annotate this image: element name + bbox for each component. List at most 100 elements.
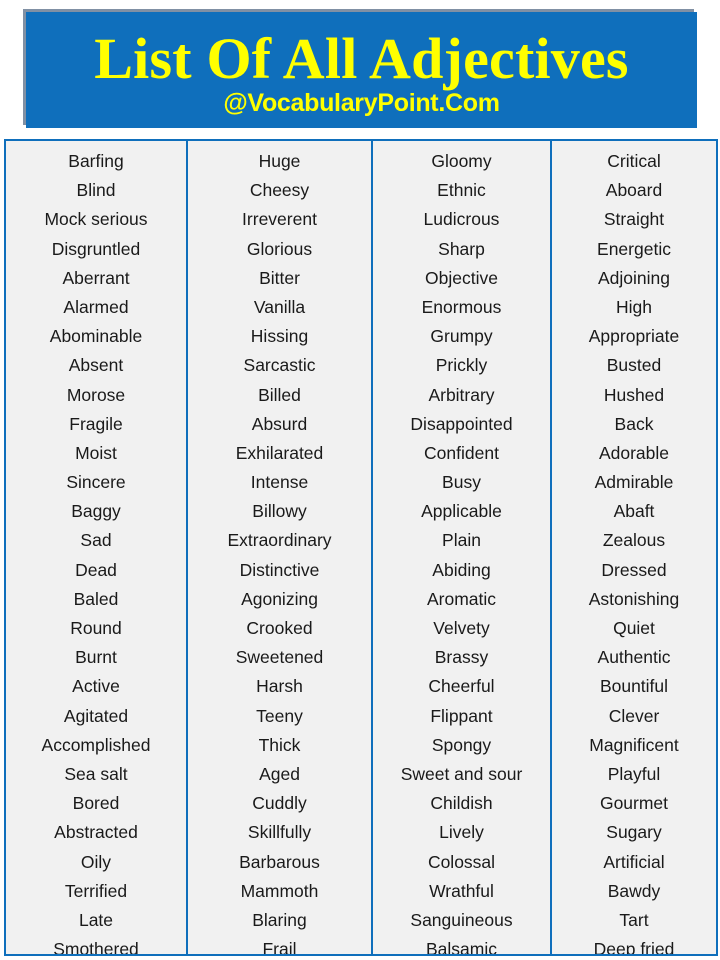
- adjective-item: Colossal: [427, 851, 496, 872]
- adjective-item: Clever: [608, 705, 660, 726]
- adjective-item: Aged: [259, 763, 300, 784]
- adjective-item: Blind: [76, 180, 116, 201]
- adjective-item: Baggy: [71, 501, 121, 522]
- adjective-item: Confident: [424, 442, 499, 463]
- adjective-item: Sugary: [606, 822, 662, 843]
- adjective-item: Abaft: [613, 501, 655, 522]
- adjectives-table: Barfing Blind Mock serious Disgruntled Aberr…: [4, 139, 718, 956]
- adjectives-column-1: Barfing Blind Mock serious Disgruntled Aberr…: [6, 141, 188, 954]
- adjective-item: Lively: [439, 822, 484, 843]
- adjectives-column-4: Critical Aboard Straight Energetic Adjoining…: [552, 141, 716, 954]
- adjective-item: Disgruntled: [51, 238, 141, 259]
- adjective-item: Prickly: [435, 355, 488, 376]
- adjective-item: Oily: [80, 851, 112, 872]
- adjective-item: Sweet and sour: [400, 763, 523, 784]
- adjective-item: Round: [70, 618, 122, 638]
- adjective-item: Terrified: [64, 880, 128, 901]
- adjective-item: Quiet: [613, 618, 655, 638]
- adjective-item: Aromatic: [426, 588, 497, 609]
- adjective-item: Abominable: [49, 326, 143, 347]
- adjective-item: Gloomy: [431, 151, 492, 171]
- adjective-item: Ludicrous: [423, 209, 500, 230]
- adjective-item: Thick: [258, 734, 301, 755]
- adjective-item: Accomplished: [41, 734, 151, 755]
- adjective-item: Zealous: [602, 530, 666, 551]
- adjective-item: Grumpy: [430, 326, 493, 347]
- adjective-item: Bitter: [259, 267, 300, 288]
- page-title: List Of All Adjectives: [94, 26, 629, 91]
- adjective-item: Back: [614, 413, 654, 434]
- adjective-item: Plain: [442, 530, 481, 551]
- adjective-item: Spongy: [431, 734, 492, 755]
- adjective-item: Sad: [80, 530, 112, 551]
- adjective-item: Abstracted: [54, 822, 138, 843]
- adjective-item: High: [616, 296, 652, 317]
- adjective-item: Appropriate: [588, 326, 680, 347]
- adjective-item: Irreverent: [242, 209, 317, 230]
- adjective-item: Blaring: [252, 909, 307, 930]
- adjective-item: Disappointed: [410, 413, 513, 434]
- adjective-item: Bountiful: [599, 676, 669, 697]
- adjective-item: Busted: [606, 355, 662, 376]
- adjective-item: Cuddly: [252, 793, 307, 814]
- adjective-item: Teeny: [256, 705, 303, 726]
- adjective-item: Smothered: [53, 939, 139, 954]
- adjective-item: Sarcastic: [243, 355, 316, 376]
- adjective-item: Astonishing: [588, 588, 680, 609]
- adjectives-list-page: List Of All Adjectives @VocabularyPoint.…: [0, 0, 720, 960]
- adjective-item: Artificial: [603, 851, 665, 872]
- adjectives-column-2: Huge Cheesy Irreverent Glorious Bitter Vanill…: [188, 141, 373, 954]
- adjective-item: Barbarous: [239, 851, 320, 872]
- adjective-item: Dead: [75, 559, 117, 580]
- adjective-item: Tart: [619, 909, 649, 930]
- adjective-item: Energetic: [597, 238, 671, 259]
- adjective-item: Alarmed: [63, 296, 129, 317]
- adjective-item: Balsamic: [426, 939, 497, 954]
- adjective-item: Velvety: [433, 618, 490, 638]
- adjective-item: Late: [78, 909, 114, 930]
- adjective-item: Vanilla: [253, 296, 306, 317]
- adjective-item: Cheesy: [249, 180, 310, 201]
- adjective-item: Intense: [250, 472, 309, 493]
- adjective-item: Burnt: [75, 647, 117, 668]
- adjective-item: Sea salt: [64, 763, 128, 784]
- adjective-item: Frail: [262, 939, 297, 954]
- adjective-item: Billed: [258, 384, 301, 405]
- adjective-item: Objective: [425, 267, 498, 288]
- adjective-item: Absent: [68, 355, 124, 376]
- adjective-item: Fragile: [69, 413, 123, 434]
- adjective-item: Cheerful: [428, 676, 495, 697]
- adjective-item: Magnificent: [589, 734, 679, 755]
- site-attribution: @VocabularyPoint.Com: [223, 88, 500, 117]
- adjectives-column-3: Gloomy Ethnic Ludicrous Sharp Objective Enorm…: [373, 141, 552, 954]
- adjective-item: Agitated: [63, 705, 129, 726]
- adjective-item: Straight: [603, 209, 665, 230]
- adjective-item: Wrathful: [429, 880, 494, 901]
- adjective-item: Aberrant: [62, 267, 130, 288]
- adjective-item: Sharp: [438, 238, 485, 259]
- adjective-item: Glorious: [246, 238, 313, 259]
- adjective-item: Childish: [430, 793, 493, 814]
- adjective-item: Billowy: [252, 501, 307, 522]
- adjective-item: Harsh: [256, 676, 303, 697]
- adjective-item: Mammoth: [240, 880, 319, 901]
- adjective-item: Aboard: [605, 180, 663, 201]
- adjective-item: Playful: [607, 763, 661, 784]
- adjective-item: Sincere: [66, 472, 126, 493]
- adjective-item: Ethnic: [437, 180, 486, 201]
- adjective-item: Arbitrary: [428, 384, 495, 405]
- adjective-item: Bawdy: [607, 880, 661, 901]
- adjective-item: Critical: [607, 151, 661, 171]
- adjective-item: Distinctive: [239, 559, 320, 580]
- adjective-item: Brassy: [434, 647, 489, 668]
- adjective-item: Absurd: [251, 413, 308, 434]
- adjective-item: Deep fried: [593, 939, 675, 954]
- adjective-item: Moist: [75, 442, 117, 463]
- adjective-item: Authentic: [597, 647, 671, 668]
- adjective-item: Enormous: [421, 296, 502, 317]
- adjective-item: Barfing: [68, 151, 124, 171]
- adjective-item: Exhilarated: [235, 442, 324, 463]
- adjective-item: Gourmet: [599, 793, 669, 814]
- adjective-item: Adjoining: [598, 267, 670, 288]
- adjective-item: Mock serious: [44, 209, 148, 230]
